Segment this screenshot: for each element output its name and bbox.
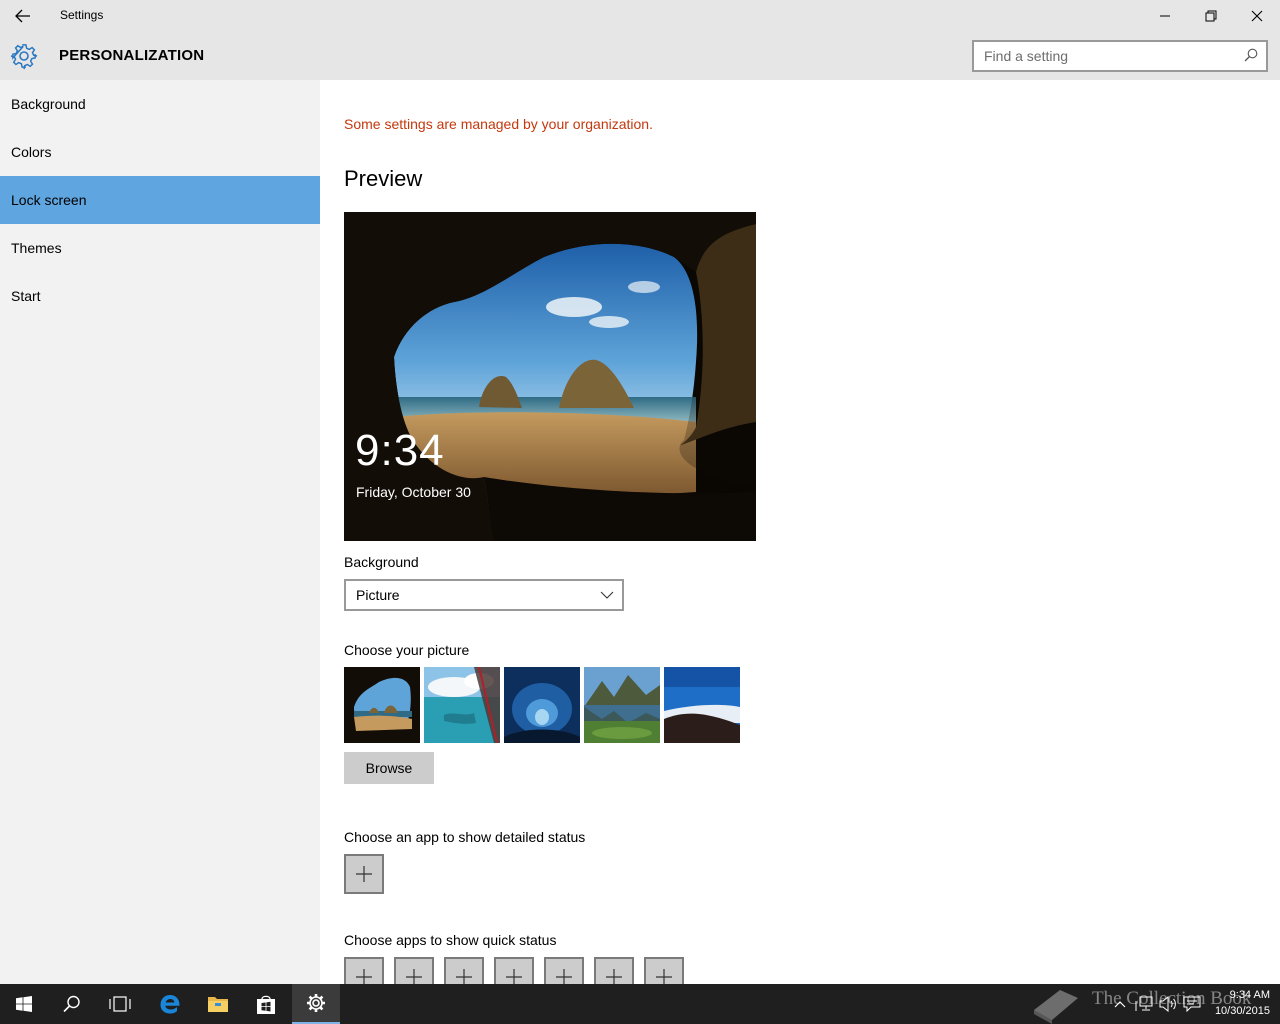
add-quick-status-app-button[interactable] <box>494 957 534 984</box>
plus-icon <box>456 969 472 984</box>
task-view-button[interactable] <box>96 984 144 1024</box>
network-icon <box>1135 996 1153 1011</box>
background-dropdown[interactable]: Picture <box>344 579 624 611</box>
thumbnail-cave-beach-image <box>344 667 420 743</box>
thumbnail-mountain-clouds-image <box>664 667 740 743</box>
plus-icon <box>556 969 572 984</box>
windows-logo-icon <box>16 996 32 1012</box>
taskbar-edge-button[interactable] <box>146 984 194 1024</box>
store-icon <box>257 995 275 1014</box>
add-quick-status-app-button[interactable] <box>344 957 384 984</box>
main-content: Some settings are managed by your organi… <box>320 80 1280 984</box>
plus-icon <box>356 969 372 984</box>
clock-date: 10/30/2015 <box>1214 1005 1270 1017</box>
window-title: Settings <box>60 8 104 22</box>
restore-button[interactable] <box>1188 0 1234 32</box>
quick-status-label: Choose apps to show quick status <box>344 932 557 948</box>
search-icon[interactable] <box>1244 48 1258 62</box>
taskbar-store-button[interactable] <box>242 984 290 1024</box>
add-quick-status-app-button[interactable] <box>594 957 634 984</box>
add-quick-status-app-button[interactable] <box>644 957 684 984</box>
action-center-button[interactable] <box>1182 994 1202 1014</box>
taskbar-file-explorer-button[interactable] <box>194 984 242 1024</box>
file-explorer-icon <box>208 997 228 1012</box>
plus-icon <box>656 969 672 984</box>
minimize-icon <box>1160 15 1170 17</box>
chevron-down-icon <box>600 591 614 599</box>
background-dropdown-value: Picture <box>356 587 400 603</box>
restore-icon <box>1205 10 1217 22</box>
thumbnail-ice-cave-image <box>504 667 580 743</box>
taskbar-clock[interactable]: 9:34 AM 10/30/2015 <box>1215 987 1270 1019</box>
taskbar-search-button[interactable] <box>48 984 96 1024</box>
taskbar-settings-button[interactable] <box>292 984 340 1024</box>
task-view-icon <box>109 996 131 1012</box>
back-button[interactable] <box>0 0 46 32</box>
lock-screen-preview: 9:34 Friday, October 30 <box>344 212 756 541</box>
clock-time: 9:34 AM <box>1229 989 1270 1001</box>
thumbnail-mountain-lake-image <box>584 667 660 743</box>
plus-icon <box>356 866 372 882</box>
sidebar: Background Colors Lock screen Themes Sta… <box>0 80 320 984</box>
search-input[interactable] <box>974 42 1234 70</box>
preview-date: Friday, October 30 <box>356 484 471 500</box>
search-icon <box>63 995 80 1013</box>
section-title: PERSONALIZATION <box>59 47 205 64</box>
show-hidden-icons-button[interactable] <box>1110 994 1130 1014</box>
start-button[interactable] <box>0 984 48 1024</box>
settings-gear-icon <box>307 994 325 1012</box>
thumbnail-aerial-ocean-image <box>424 667 500 743</box>
thumbnail-aerial-ocean[interactable] <box>424 667 500 743</box>
notification-icon <box>1183 996 1201 1012</box>
minimize-button[interactable] <box>1142 0 1188 32</box>
gear-icon <box>10 44 38 70</box>
close-icon <box>1251 10 1263 22</box>
add-detailed-status-app-button[interactable] <box>344 854 384 894</box>
volume-tray-button[interactable] <box>1158 994 1178 1014</box>
plus-icon <box>506 969 522 984</box>
detailed-status-label: Choose an app to show detailed status <box>344 829 586 845</box>
edge-browser-icon <box>160 995 180 1014</box>
preview-time: 9:34 <box>355 426 445 475</box>
close-button[interactable] <box>1234 0 1280 32</box>
title-bar: Settings <box>0 0 1280 32</box>
managed-notice: Some settings are managed by your organi… <box>344 116 653 132</box>
thumbnail-ice-cave[interactable] <box>504 667 580 743</box>
background-label: Background <box>344 554 419 570</box>
add-quick-status-app-button[interactable] <box>394 957 434 984</box>
back-arrow-icon <box>15 9 30 23</box>
thumbnail-mountain-clouds[interactable] <box>664 667 740 743</box>
chevron-up-icon <box>1114 1001 1126 1008</box>
network-tray-button[interactable] <box>1134 994 1154 1014</box>
add-quick-status-app-button[interactable] <box>544 957 584 984</box>
plus-icon <box>406 969 422 984</box>
browse-button[interactable]: Browse <box>344 752 434 784</box>
volume-icon <box>1159 996 1176 1012</box>
search-box[interactable] <box>972 40 1268 72</box>
sidebar-item-start[interactable]: Start <box>0 272 320 320</box>
taskbar: 9:34 AM 10/30/2015 <box>0 984 1280 1024</box>
sidebar-item-lock-screen[interactable]: Lock screen <box>0 176 320 224</box>
page-header: PERSONALIZATION <box>0 32 1280 80</box>
plus-icon <box>606 969 622 984</box>
choose-picture-label: Choose your picture <box>344 642 470 658</box>
thumbnail-mountain-lake[interactable] <box>584 667 660 743</box>
add-quick-status-app-button[interactable] <box>444 957 484 984</box>
sidebar-item-themes[interactable]: Themes <box>0 224 320 272</box>
sidebar-item-colors[interactable]: Colors <box>0 128 320 176</box>
thumbnail-cave-beach[interactable] <box>344 667 420 743</box>
sidebar-item-background[interactable]: Background <box>0 80 320 128</box>
preview-heading: Preview <box>344 166 423 191</box>
